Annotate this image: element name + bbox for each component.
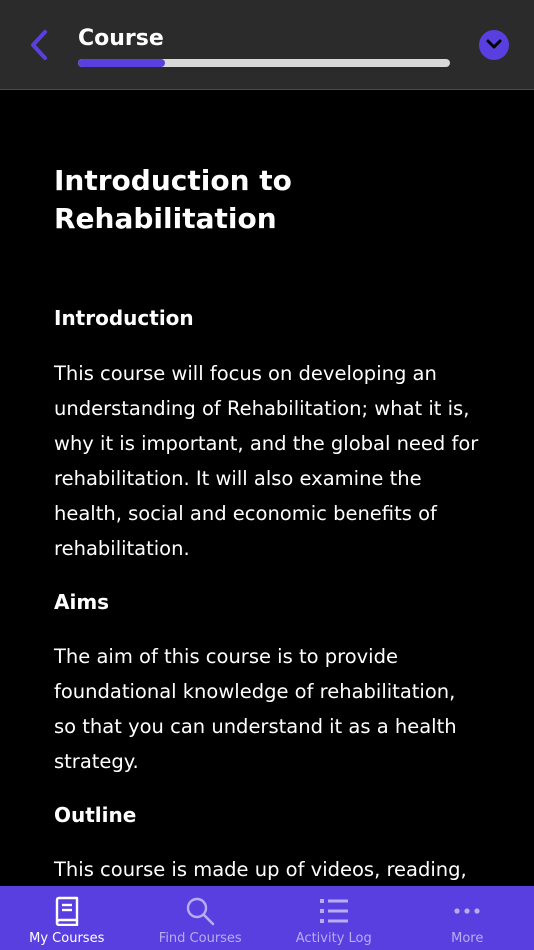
lesson-content[interactable]: Introduction to Rehabilitation Introduct… (0, 91, 534, 886)
book-icon (52, 896, 82, 926)
tab-label: More (451, 931, 484, 946)
tab-my-courses[interactable]: My Courses (0, 886, 134, 950)
section-heading-introduction: Introduction (54, 306, 194, 330)
tab-find-courses[interactable]: Find Courses (134, 886, 268, 950)
section-text-aims: The aim of this course is to provide fou… (54, 645, 457, 773)
tab-label: Activity Log (295, 931, 372, 946)
tab-activity-log[interactable]: Activity Log (267, 886, 401, 950)
search-icon (185, 896, 215, 926)
course-menu-button[interactable] (479, 30, 509, 60)
list-icon (319, 896, 349, 926)
back-button[interactable] (22, 26, 56, 64)
bottom-tab-bar: My Courses Find Courses Activity Log Mor… (0, 886, 534, 950)
course-progress-bar (78, 59, 450, 67)
course-progress-fill (78, 59, 166, 67)
chevron-down-icon (486, 39, 502, 49)
tab-label: Find Courses (158, 931, 242, 946)
section-heading-aims: Aims (54, 590, 110, 614)
section-text-outline: This course is made up of videos, readin… (54, 858, 467, 881)
lesson-title: Introduction to Rehabilitation (54, 164, 292, 235)
chevron-left-icon (31, 30, 47, 60)
section-heading-outline: Outline (54, 803, 137, 827)
tab-more[interactable]: More (401, 886, 534, 950)
more-icon (452, 896, 482, 926)
tab-label: My Courses (29, 931, 105, 946)
section-text-introduction: This course will focus on developing an … (54, 362, 479, 560)
course-title: Course (78, 26, 164, 51)
top-bar: Course (0, 0, 534, 90)
